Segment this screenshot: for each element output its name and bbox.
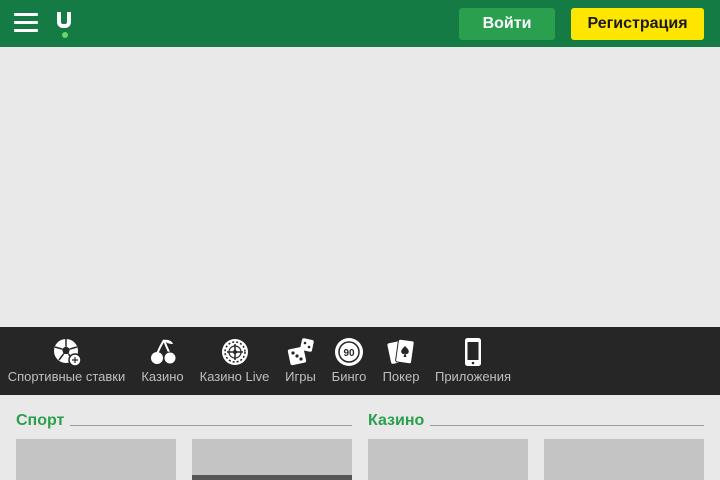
category-label: Игры <box>285 369 316 384</box>
svg-text:90: 90 <box>343 348 355 359</box>
category-label: Покер <box>382 369 420 384</box>
register-button[interactable]: Регистрация <box>571 8 704 40</box>
category-label: Казино Live <box>199 369 270 384</box>
login-button[interactable]: Войти <box>459 8 555 40</box>
category-live-casino[interactable]: Казино Live <box>196 327 273 395</box>
section-title[interactable]: Казино <box>368 412 424 430</box>
category-sports-betting[interactable]: Спортивные ставки <box>2 327 131 395</box>
category-nav: Спортивные ставки Казино Казино Live Игр… <box>0 327 720 395</box>
cherries-icon <box>150 339 176 365</box>
category-games[interactable]: Игры <box>280 327 321 395</box>
section-title[interactable]: Спорт <box>16 412 64 430</box>
category-label: Бинго <box>331 369 367 384</box>
soccer-ball-icon <box>53 339 82 367</box>
category-label: Спортивные ставки <box>7 369 126 384</box>
card-image-strip <box>192 475 352 480</box>
bingo-ball-icon: 90 <box>335 338 363 366</box>
roulette-wheel-icon <box>221 339 248 365</box>
sport-card[interactable] <box>192 439 352 480</box>
logo-letter-u-icon <box>57 12 71 28</box>
category-apps[interactable]: Приложения <box>431 327 515 395</box>
top-bar: Войти Регистрация <box>0 0 720 47</box>
section-header-casino: Казино <box>368 410 704 432</box>
category-label: Казино <box>141 369 184 384</box>
logo[interactable] <box>57 12 73 40</box>
dice-icon <box>287 338 314 366</box>
hero-banner-area <box>0 47 720 327</box>
section-divider <box>70 425 352 426</box>
casino-card[interactable] <box>368 439 528 480</box>
playing-cards-icon <box>387 338 415 365</box>
category-bingo[interactable]: 90 Бинго <box>328 327 370 395</box>
casino-card[interactable] <box>544 439 704 480</box>
category-poker[interactable]: Покер <box>378 327 424 395</box>
section-header-sport: Спорт <box>16 410 352 432</box>
sport-card[interactable] <box>16 439 176 480</box>
smartphone-icon <box>465 338 481 366</box>
category-label: Приложения <box>434 369 512 384</box>
section-divider <box>430 425 704 426</box>
hamburger-menu-icon[interactable] <box>14 13 38 33</box>
category-casino[interactable]: Казино <box>135 327 190 395</box>
logo-dot-icon <box>62 32 68 38</box>
